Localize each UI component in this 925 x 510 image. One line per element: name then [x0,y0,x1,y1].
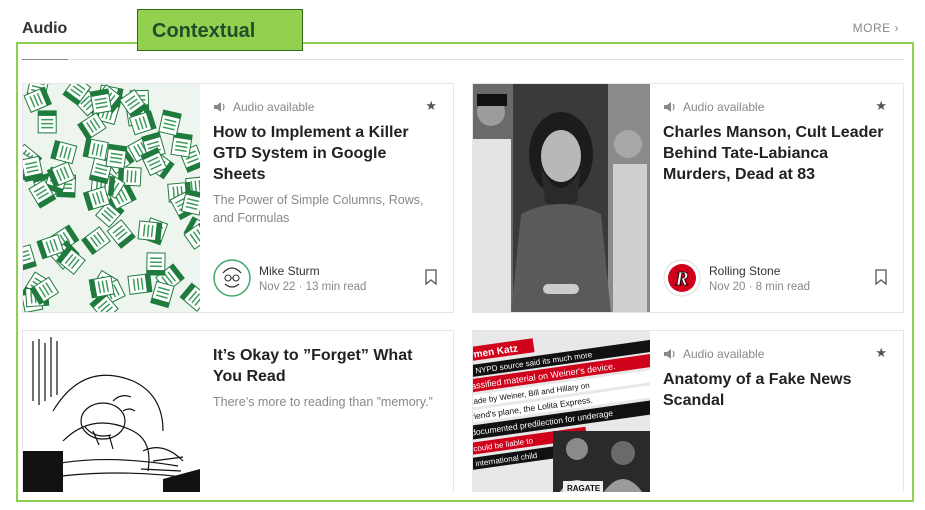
contextual-highlight-frame [16,42,914,502]
section-title: Audio [22,20,68,37]
more-link[interactable]: MORE › [853,21,899,35]
more-label: MORE [852,21,891,35]
contextual-label: Contextual [137,9,303,51]
chevron-right-icon: › [894,21,899,35]
